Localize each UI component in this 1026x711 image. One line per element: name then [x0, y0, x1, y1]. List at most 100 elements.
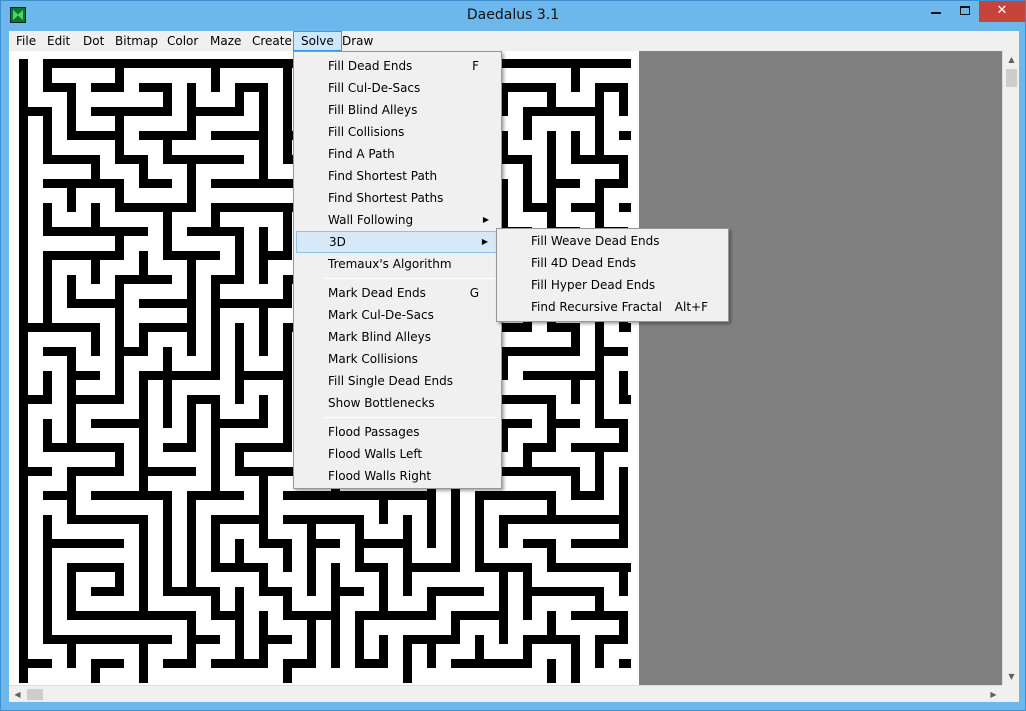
scroll-up-icon[interactable]: ▲ — [1003, 51, 1020, 68]
maze-wall — [499, 611, 508, 644]
menu-item-flood-walls-left[interactable]: Flood Walls Left — [296, 443, 499, 465]
maze-wall — [523, 107, 532, 140]
maze-wall — [235, 419, 268, 428]
menu-item-find-shortest-paths[interactable]: Find Shortest Paths — [296, 187, 499, 209]
menu-item-label: Wall Following — [328, 213, 414, 227]
maze-wall — [427, 563, 460, 572]
submenu-item-fill-hyper-dead-ends[interactable]: Fill Hyper Dead Ends — [499, 274, 726, 296]
menu-item-label: Fill 4D Dead Ends — [531, 256, 636, 270]
menu-file[interactable]: File — [9, 31, 43, 51]
menu-item-label: Mark Cul-De-Sacs — [328, 308, 434, 322]
maze-wall — [571, 59, 580, 92]
maze-wall — [91, 251, 100, 284]
maze-wall — [163, 443, 196, 452]
menu-item-label: Flood Walls Right — [328, 469, 432, 483]
menu-item-fill-dead-ends[interactable]: Fill Dead Ends F — [296, 55, 499, 77]
menu-draw[interactable]: Draw — [335, 31, 380, 51]
menu-bar: File Edit Dot Bitmap Color Maze Create S… — [9, 31, 1019, 51]
maze-wall — [259, 323, 268, 356]
maze-wall — [91, 587, 124, 596]
menu-item-label: Mark Dead Ends — [328, 286, 426, 300]
maze-wall — [619, 659, 631, 668]
horizontal-scroll-thumb[interactable] — [27, 689, 43, 700]
maze-wall — [619, 83, 628, 116]
maze-wall — [283, 659, 292, 683]
maze-wall — [139, 179, 172, 188]
menu-separator — [324, 417, 497, 418]
maze-canvas-area[interactable] — [9, 51, 1002, 685]
maze-wall — [499, 659, 532, 668]
menu-create[interactable]: Create — [245, 31, 299, 51]
menu-item-fill-blind-alleys[interactable]: Fill Blind Alleys — [296, 99, 499, 121]
menu-item-mark-collisions[interactable]: Mark Collisions — [296, 348, 499, 370]
maze-wall — [139, 275, 172, 284]
menu-item-label: 3D — [329, 235, 346, 249]
menu-item-show-bottlenecks[interactable]: Show Bottlenecks — [296, 392, 499, 414]
menu-item-wall-following[interactable]: Wall Following ▶ — [296, 209, 499, 231]
menu-item-flood-walls-right[interactable]: Flood Walls Right — [296, 465, 499, 487]
maze-wall — [331, 635, 340, 668]
title-bar[interactable]: Daedalus 3.1 ✕ — [1, 1, 1025, 31]
maze-wall — [571, 659, 580, 683]
menu-item-fill-collisions[interactable]: Fill Collisions — [296, 121, 499, 143]
submenu-item-fill-weave-dead-ends[interactable]: Fill Weave Dead Ends — [499, 230, 726, 252]
scroll-down-icon[interactable]: ▼ — [1003, 668, 1020, 685]
scroll-left-icon[interactable]: ◀ — [9, 686, 26, 703]
menu-item-3d[interactable]: 3D ▶ — [296, 231, 499, 253]
menu-edit[interactable]: Edit — [40, 31, 77, 51]
menu-item-label: Mark Blind Alleys — [328, 330, 431, 344]
menu-item-tremaux[interactable]: Tremaux's Algorithm — [296, 253, 499, 275]
menu-item-fill-cul-de-sacs[interactable]: Fill Cul-De-Sacs — [296, 77, 499, 99]
menu-item-label: Fill Cul-De-Sacs — [328, 81, 421, 95]
maze-wall — [283, 539, 292, 572]
menu-item-label: Find Recursive Fractal — [531, 300, 662, 314]
submenu-item-find-recursive-fractal[interactable]: Find Recursive Fractal Alt+F — [499, 296, 726, 318]
menu-color[interactable]: Color — [160, 31, 205, 51]
maze-wall — [619, 203, 631, 212]
app-window: Daedalus 3.1 ✕ File Edit Dot Bitmap Colo… — [0, 0, 1026, 711]
menu-item-shortcut: G — [469, 286, 479, 300]
maximize-icon — [959, 6, 970, 15]
size-grip[interactable] — [1002, 685, 1019, 702]
menu-item-label: Show Bottlenecks — [328, 396, 435, 410]
menu-item-mark-dead-ends[interactable]: Mark Dead Ends G — [296, 282, 499, 304]
close-button[interactable]: ✕ — [979, 1, 1025, 22]
menu-item-mark-blind-alleys[interactable]: Mark Blind Alleys — [296, 326, 499, 348]
maze-wall — [403, 611, 436, 620]
maze-wall — [211, 59, 220, 92]
maze-wall — [187, 323, 196, 356]
maze-wall — [211, 155, 244, 164]
menu-item-mark-cul-de-sacs[interactable]: Mark Cul-De-Sacs — [296, 304, 499, 326]
maze-wall — [403, 659, 412, 683]
maze-wall — [91, 83, 124, 92]
maze-wall — [379, 491, 388, 524]
menu-item-label: Fill Weave Dead Ends — [531, 234, 660, 248]
maze-wall — [547, 347, 580, 356]
scroll-right-icon[interactable]: ▶ — [985, 686, 1002, 703]
maze-wall — [307, 563, 316, 596]
menu-item-fill-single-dead-ends[interactable]: Fill Single Dead Ends — [296, 370, 499, 392]
horizontal-scrollbar[interactable]: ◀ ▶ — [9, 685, 1002, 702]
maze-wall — [91, 539, 124, 548]
vertical-scrollbar[interactable]: ▲ ▼ — [1002, 51, 1019, 685]
vertical-scroll-thumb[interactable] — [1006, 69, 1017, 87]
menu-item-label: Find A Path — [328, 147, 395, 161]
menu-maze[interactable]: Maze — [203, 31, 248, 51]
submenu-item-fill-4d-dead-ends[interactable]: Fill 4D Dead Ends — [499, 252, 726, 274]
maze-wall — [19, 659, 52, 668]
maze-wall — [67, 179, 76, 212]
menu-item-label: Mark Collisions — [328, 352, 418, 366]
menu-item-label: Flood Walls Left — [328, 447, 423, 461]
menu-item-label: Fill Blind Alleys — [328, 103, 418, 117]
menu-item-find-shortest-path[interactable]: Find Shortest Path — [296, 165, 499, 187]
menu-item-find-a-path[interactable]: Find A Path — [296, 143, 499, 165]
submenu-arrow-icon: ▶ — [482, 215, 489, 224]
3d-submenu: Fill Weave Dead Ends Fill 4D Dead Ends F… — [496, 228, 729, 322]
menu-item-flood-passages[interactable]: Flood Passages — [296, 421, 499, 443]
menu-bitmap[interactable]: Bitmap — [108, 31, 165, 51]
maze-wall — [259, 251, 268, 284]
maximize-button[interactable] — [951, 1, 978, 22]
menu-dot[interactable]: Dot — [76, 31, 111, 51]
maze-wall — [619, 131, 631, 140]
minimize-button[interactable] — [921, 1, 950, 22]
